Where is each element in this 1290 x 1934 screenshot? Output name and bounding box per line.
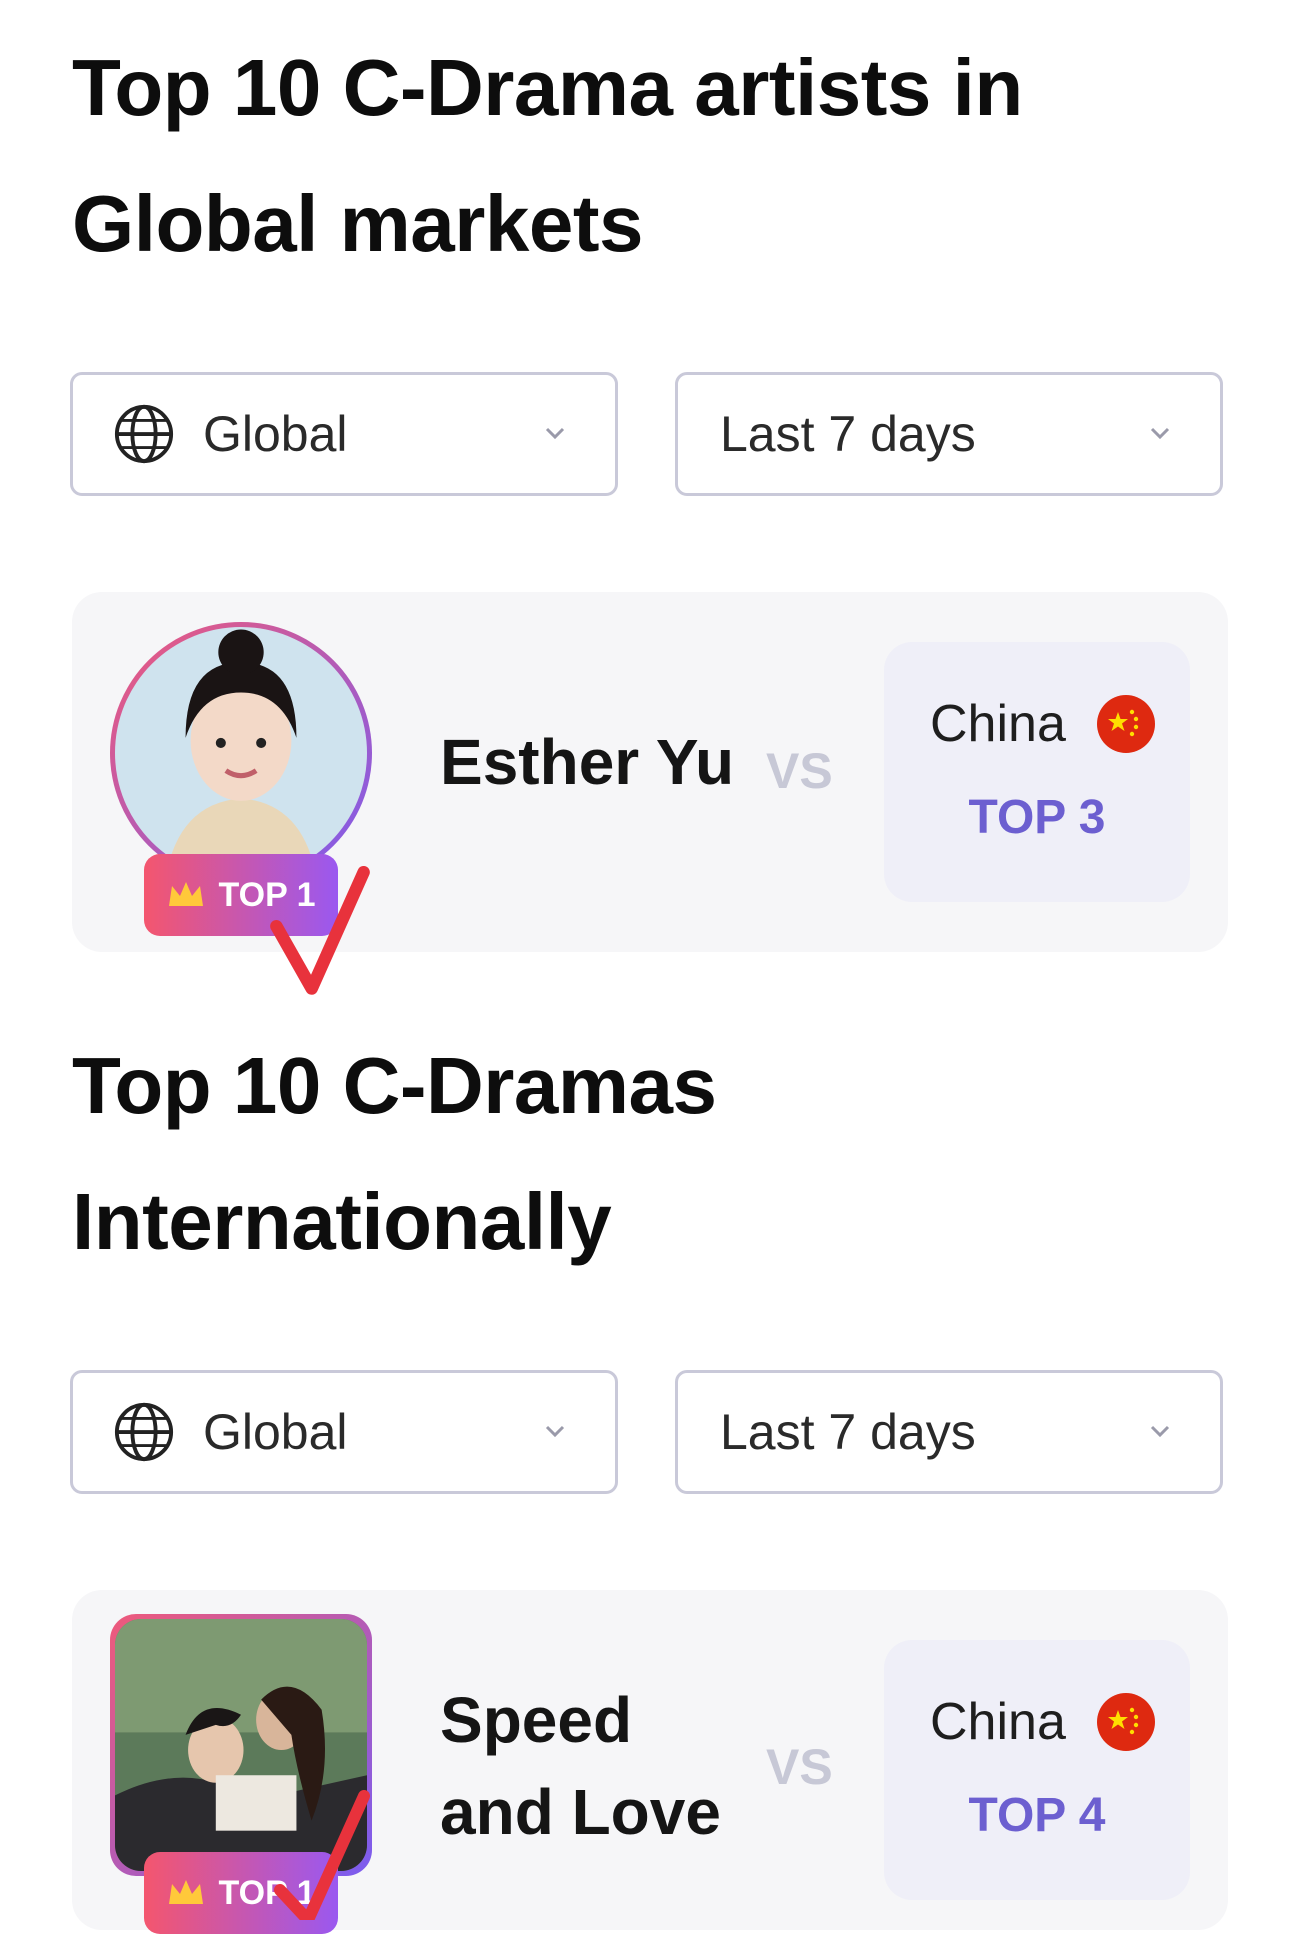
period-dropdown[interactable]: Last 7 days: [675, 372, 1223, 496]
section-title-artists: Top 10 C-Drama artists in Global markets: [72, 20, 1023, 292]
china-flag-icon: [1097, 1693, 1155, 1751]
ranking-card-artist[interactable]: TOP 1 Esther Yu VS China TOP 3: [72, 592, 1228, 995]
period-dropdown[interactable]: Last 7 days: [675, 1370, 1223, 1494]
section-title-dramas: Top 10 C-Dramas Internationally: [72, 1018, 717, 1290]
artist-name-text: Esther Yu: [440, 726, 735, 798]
check-mark-icon: [270, 866, 370, 995]
country-rank: TOP 4: [968, 1789, 1106, 1842]
crown-icon: [169, 882, 204, 906]
drama-title: Speed and Love: [440, 1674, 721, 1858]
chevron-down-icon: [545, 427, 565, 440]
region-dropdown-value: Global: [203, 406, 348, 462]
title-line: Internationally: [72, 1177, 612, 1266]
drama-title-line: Speed: [440, 1684, 633, 1756]
globe-icon: [114, 1402, 174, 1462]
country-rank-box: China TOP 4: [884, 1640, 1190, 1900]
check-mark-icon: [274, 1790, 370, 1920]
title-line: Global markets: [72, 179, 644, 268]
period-dropdown-value: Last 7 days: [720, 1404, 976, 1460]
crown-icon: [169, 1880, 204, 1904]
region-dropdown[interactable]: Global: [70, 372, 618, 496]
ranking-card-drama[interactable]: TOP 1 Speed and Love VS China TOP 4: [72, 1590, 1228, 1934]
country-rank: TOP 3: [968, 791, 1106, 844]
china-flag-icon: [1097, 695, 1155, 753]
vs-label: VS: [766, 743, 833, 799]
country-rank-box: China TOP 3: [884, 642, 1190, 902]
chevron-down-icon: [1150, 427, 1170, 440]
region-dropdown-value: Global: [203, 1404, 348, 1460]
drama-title-line: and Love: [440, 1776, 721, 1848]
chevron-down-icon: [545, 1425, 565, 1438]
title-line: Top 10 C-Dramas: [72, 1041, 717, 1130]
artist-name: Esther Yu: [440, 716, 734, 808]
globe-icon: [114, 404, 174, 464]
region-dropdown[interactable]: Global: [70, 1370, 618, 1494]
vs-label: VS: [766, 1739, 833, 1795]
country-name: China: [930, 1693, 1066, 1751]
title-line: Top 10 C-Drama artists in: [72, 43, 1023, 132]
chevron-down-icon: [1150, 1425, 1170, 1438]
artist-avatar: [110, 622, 372, 884]
country-name: China: [930, 695, 1066, 753]
period-dropdown-value: Last 7 days: [720, 406, 976, 462]
